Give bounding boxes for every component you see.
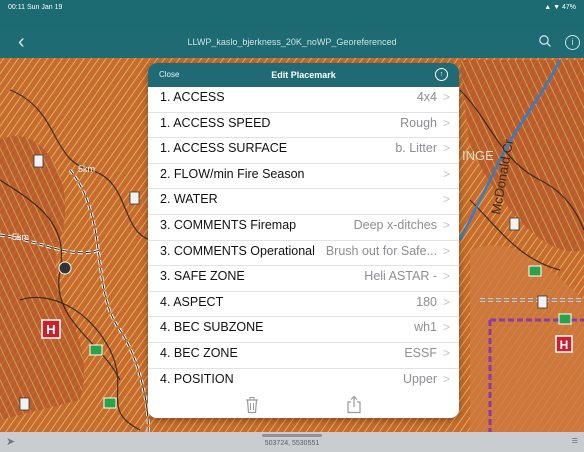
chevron-right-icon: > [442,243,450,258]
row-access-surface[interactable]: 1. ACCESS SURFACE b. Litter > [148,138,459,164]
row-label: 2. FLOW/min Fire Season [160,166,305,181]
row-label: 1. ACCESS SURFACE [160,141,288,156]
row-position[interactable]: 4. POSITION Upper > [148,369,459,395]
map-label-inge: INGE [462,148,494,163]
row-value: Upper [402,371,437,386]
sheet-title: Edit Placemark [271,70,336,80]
row-label: 3. COMMENTS Operational [160,243,315,258]
chevron-right-icon: > [442,269,450,284]
row-label: 1. ACCESS [160,90,225,104]
row-label: 1. ACCESS SPEED [160,115,271,130]
home-indicator [262,434,322,437]
share-icon [347,395,361,414]
navigation-bar: ‹ LLWP_kaslo_bjerkness_20K_noWP_Georefer… [0,28,584,58]
row-bec-subzone[interactable]: 4. BEC SUBZONE wh1 > [148,317,459,343]
row-value: ESSF [404,345,437,360]
row-flow[interactable]: 2. FLOW/min Fire Season > [148,164,459,190]
location-button[interactable]: ↑ [435,68,448,81]
row-label: 3. COMMENTS Firemap [160,217,297,232]
attribute-list: 1. ACCESS 4x4 > 1. ACCESS SPEED Rough > … [148,87,459,395]
row-label: 4. POSITION [160,371,234,386]
search-icon [539,35,551,47]
list-icon: ≡ [571,435,578,447]
row-comments-firemap[interactable]: 3. COMMENTS Firemap Deep x-ditches > [148,215,459,241]
chevron-right-icon: > [442,371,450,386]
row-label: 3. SAFE ZONE [160,269,245,284]
location-icon: ↑ [439,71,444,78]
sheet-toolbar [148,393,459,418]
share-button[interactable] [346,395,362,414]
row-value: Rough [400,115,437,130]
bottom-toolbar: ➤ 503724, 5530551 ≡ [0,432,584,452]
row-comments-operational[interactable]: 3. COMMENTS Operational Brush out for Sa… [148,241,459,267]
map-label-5km-a: 5km [78,164,95,174]
edit-placemark-sheet: Close Edit Placemark ↑ 1. ACCESS 4x4 > 1… [148,63,459,418]
row-value: Brush out for Safe... [325,243,437,258]
map-title: LLWP_kaslo_bjerkness_20K_noWP_Georeferen… [187,37,397,47]
row-label: 4. BEC SUBZONE [160,320,264,335]
status-battery: ▲ ▼ 47% [544,4,576,11]
delete-button[interactable] [244,396,260,414]
row-water[interactable]: 2. WATER > [148,189,459,215]
search-button[interactable] [538,34,554,50]
row-safe-zone[interactable]: 3. SAFE ZONE Heli ASTAR - > [148,266,459,292]
chevron-right-icon: > [442,141,450,156]
row-access[interactable]: 1. ACCESS 4x4 > [148,87,459,113]
chevron-right-icon: > [442,294,450,309]
chevron-right-icon: > [442,217,450,232]
row-label: 4. ASPECT [160,294,224,309]
row-value: wh1 [414,320,437,335]
coordinates-readout: 503724, 5530551 [264,440,320,447]
row-value: b. Litter [395,141,437,156]
chevron-right-icon: > [442,166,450,181]
row-value: Heli ASTAR - [364,269,437,284]
status-time: 00:11 Sun Jan 19 [8,4,63,11]
row-access-speed[interactable]: 1. ACCESS SPEED Rough > [148,113,459,139]
list-button[interactable]: ≡ [572,435,578,447]
row-aspect[interactable]: 4. ASPECT 180 > [148,292,459,318]
info-icon: i [571,37,574,47]
chevron-right-icon: > [442,90,450,104]
status-bar: 00:11 Sun Jan 19 ▲ ▼ 47% [0,0,584,28]
row-value: 4x4 [416,90,437,104]
row-label: 2. WATER [160,192,218,207]
row-value: 180 [416,294,437,309]
row-value: Deep x-ditches [353,217,437,232]
trash-icon [246,397,258,414]
svg-text:H: H [46,322,55,337]
chevron-right-icon: > [442,115,450,130]
row-label: 4. BEC ZONE [160,345,238,360]
sheet-header: Close Edit Placemark ↑ [148,63,459,87]
map-label-5km-b: 5km [12,232,29,242]
info-button[interactable]: i [565,35,580,50]
chevron-right-icon: > [442,192,450,207]
chevron-right-icon: > [442,320,450,335]
row-bec-zone[interactable]: 4. BEC ZONE ESSF > [148,343,459,369]
chevron-right-icon: > [442,345,450,360]
svg-text:H: H [560,338,569,352]
